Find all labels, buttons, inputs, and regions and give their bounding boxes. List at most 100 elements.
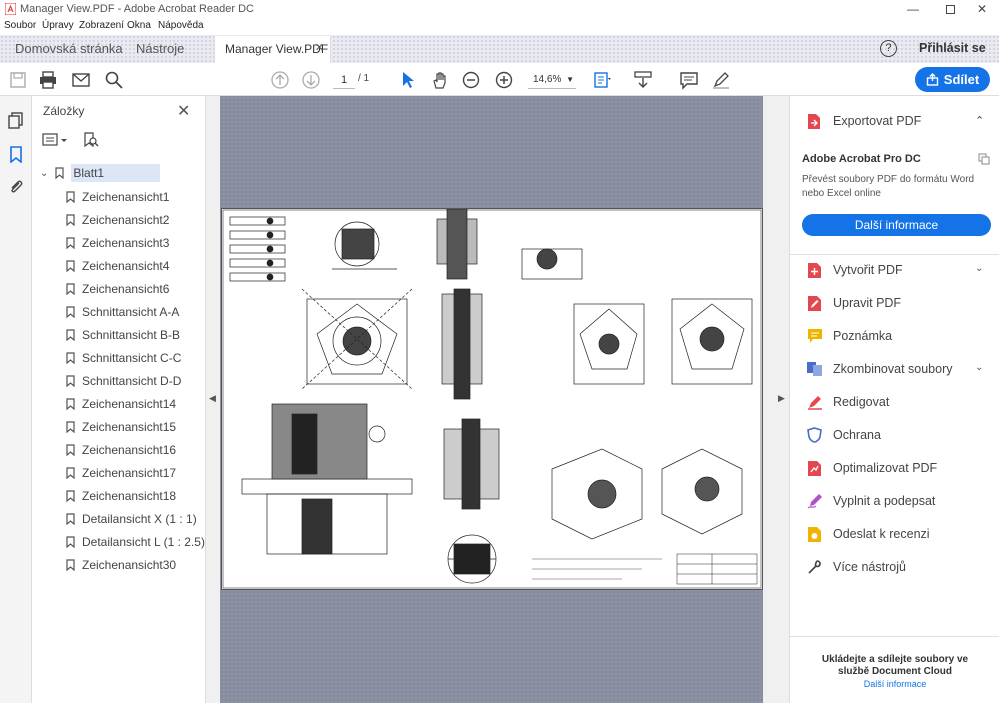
- search-icon[interactable]: [104, 70, 124, 90]
- chevron-down-icon[interactable]: ⌄: [975, 263, 983, 274]
- share-button[interactable]: Sdílet: [915, 67, 990, 92]
- optimize-pdf-icon: [806, 460, 823, 477]
- bookmark-label: Zeichenansicht6: [82, 282, 170, 296]
- tab-document[interactable]: Manager View.PDF ✕: [214, 36, 331, 63]
- menu-window[interactable]: Okna: [127, 20, 151, 31]
- tool-send-review[interactable]: Odeslat k recenzi: [806, 524, 930, 544]
- bookmark-label: Zeichenansicht17: [82, 466, 177, 480]
- collapse-left-icon[interactable]: ◀: [209, 393, 216, 404]
- print-icon[interactable]: [38, 70, 58, 90]
- bookmark-item[interactable]: Zeichenansicht2: [66, 210, 169, 230]
- tool-label: Odeslat k recenzi: [833, 527, 930, 541]
- tool-label: Ochrana: [833, 428, 881, 442]
- tool-create-pdf[interactable]: Vytvořit PDF: [806, 260, 903, 280]
- menu-view[interactable]: Zobrazení: [79, 20, 124, 31]
- bookmark-icon: [66, 513, 75, 525]
- close-panel-icon[interactable]: ✕: [177, 101, 190, 121]
- bookmark-icon: [66, 467, 75, 479]
- bookmark-icon[interactable]: [7, 145, 25, 163]
- options-menu-icon[interactable]: [42, 132, 70, 148]
- bookmark-item[interactable]: Zeichenansicht14: [66, 394, 176, 414]
- export-pdf-label[interactable]: Exportovat PDF: [833, 114, 921, 128]
- bookmark-item[interactable]: Detailansicht L (1 : 2.5): [66, 532, 205, 552]
- hand-tool-icon[interactable]: [430, 70, 450, 90]
- close-tab-icon[interactable]: ✕: [315, 41, 324, 54]
- tool-combine-files[interactable]: Zkombinovat soubory: [806, 359, 953, 379]
- save-icon[interactable]: [8, 70, 28, 90]
- fill-sign-icon: [806, 493, 823, 510]
- maximize-button[interactable]: [933, 0, 967, 18]
- tool-comment[interactable]: Poznámka: [806, 326, 892, 346]
- email-icon[interactable]: [71, 70, 91, 90]
- bookmark-label: Blatt1: [71, 164, 161, 182]
- select-tool-icon[interactable]: [398, 70, 418, 90]
- bookmark-icon: [66, 352, 75, 364]
- bookmark-item[interactable]: Zeichenansicht3: [66, 233, 169, 253]
- bookmark-item[interactable]: Schnittansicht C-C: [66, 348, 181, 368]
- bookmark-item[interactable]: Zeichenansicht16: [66, 440, 176, 460]
- bookmark-item[interactable]: Zeichenansicht15: [66, 417, 176, 437]
- bookmark-icon: [66, 214, 75, 226]
- close-window-button[interactable]: ✕: [965, 0, 999, 18]
- create-pdf-icon: [806, 262, 823, 279]
- send-review-icon: [806, 526, 823, 543]
- chevron-down-icon[interactable]: ⌄: [40, 168, 48, 179]
- bookmark-item[interactable]: Zeichenansicht6: [66, 279, 169, 299]
- bookmark-item[interactable]: Zeichenansicht1: [66, 187, 169, 207]
- bookmark-item[interactable]: Zeichenansicht17: [66, 463, 176, 483]
- menu-file[interactable]: Soubor: [4, 20, 36, 31]
- tool-optimize-pdf[interactable]: Optimalizovat PDF: [806, 458, 937, 478]
- page-number-input[interactable]: 1: [333, 71, 355, 89]
- menu-edit[interactable]: Úpravy: [42, 20, 74, 31]
- minimize-button[interactable]: —: [896, 0, 930, 18]
- close-icon: ✕: [976, 2, 988, 16]
- tab-home[interactable]: Domovská stránka: [15, 41, 123, 56]
- highlight-pen-icon[interactable]: [711, 70, 731, 90]
- bookmark-icon: [66, 559, 75, 571]
- bookmark-item[interactable]: Zeichenansicht18: [66, 486, 176, 506]
- page-total: / 1: [358, 73, 370, 84]
- fit-page-icon[interactable]: [592, 70, 612, 90]
- bookmark-item[interactable]: Schnittansicht B-B: [66, 325, 180, 345]
- tool-label: Zkombinovat soubory: [833, 362, 953, 376]
- tool-protect[interactable]: Ochrana: [806, 425, 881, 445]
- previous-page-icon[interactable]: [270, 70, 290, 90]
- chevron-down-icon[interactable]: ⌄: [975, 362, 983, 373]
- bookmark-item[interactable]: Zeichenansicht30: [66, 555, 176, 575]
- more-info-link[interactable]: Další informace: [790, 679, 999, 689]
- zoom-select[interactable]: 14,6% ▼: [528, 71, 576, 89]
- comment-icon[interactable]: [679, 70, 699, 90]
- tool-fill-sign[interactable]: Vyplnit a podepsat: [806, 491, 935, 511]
- bookmark-label: Zeichenansicht15: [82, 420, 177, 434]
- bookmark-item[interactable]: Schnittansicht D-D: [66, 371, 181, 391]
- page-thumbnails-icon[interactable]: [7, 111, 25, 129]
- find-bookmark-icon[interactable]: [83, 132, 99, 148]
- sign-in-link[interactable]: Přihlásit se: [919, 41, 986, 55]
- zoom-out-icon[interactable]: [461, 70, 481, 90]
- collapse-right-icon[interactable]: ▶: [778, 393, 785, 404]
- bookmark-icon: [55, 167, 64, 179]
- attachment-icon[interactable]: [7, 178, 25, 196]
- bookmark-item[interactable]: Schnittansicht A-A: [66, 302, 179, 322]
- tool-redact[interactable]: Redigovat: [806, 392, 889, 412]
- maximize-icon: [945, 4, 955, 14]
- more-tools-icon: [806, 559, 823, 576]
- bookmark-item[interactable]: Detailansicht X (1 : 1): [66, 509, 197, 529]
- bookmark-root[interactable]: ⌄ Blatt1: [40, 163, 200, 183]
- help-icon[interactable]: ?: [880, 40, 897, 57]
- zoom-in-icon[interactable]: [494, 70, 514, 90]
- more-info-button[interactable]: Další informace: [802, 214, 991, 236]
- tab-bar: Domovská stránka Nástroje Manager View.P…: [0, 35, 999, 63]
- product-description: Převést soubory PDF do formátu Word nebo…: [802, 174, 975, 199]
- tool-more-tools[interactable]: Více nástrojů: [806, 557, 906, 577]
- bookmark-label: Detailansicht X (1 : 1): [82, 512, 197, 526]
- left-collapse-strip[interactable]: ◀: [206, 96, 220, 703]
- scroll-mode-icon[interactable]: [633, 70, 653, 90]
- tool-edit-pdf[interactable]: Upravit PDF: [806, 293, 901, 313]
- tab-tools[interactable]: Nástroje: [136, 41, 184, 56]
- right-collapse-strip[interactable]: ▶: [763, 96, 789, 703]
- menu-help[interactable]: Nápověda: [158, 20, 204, 31]
- bookmark-item[interactable]: Zeichenansicht4: [66, 256, 169, 276]
- next-page-icon[interactable]: [301, 70, 321, 90]
- chevron-up-icon[interactable]: ⌃: [975, 114, 984, 127]
